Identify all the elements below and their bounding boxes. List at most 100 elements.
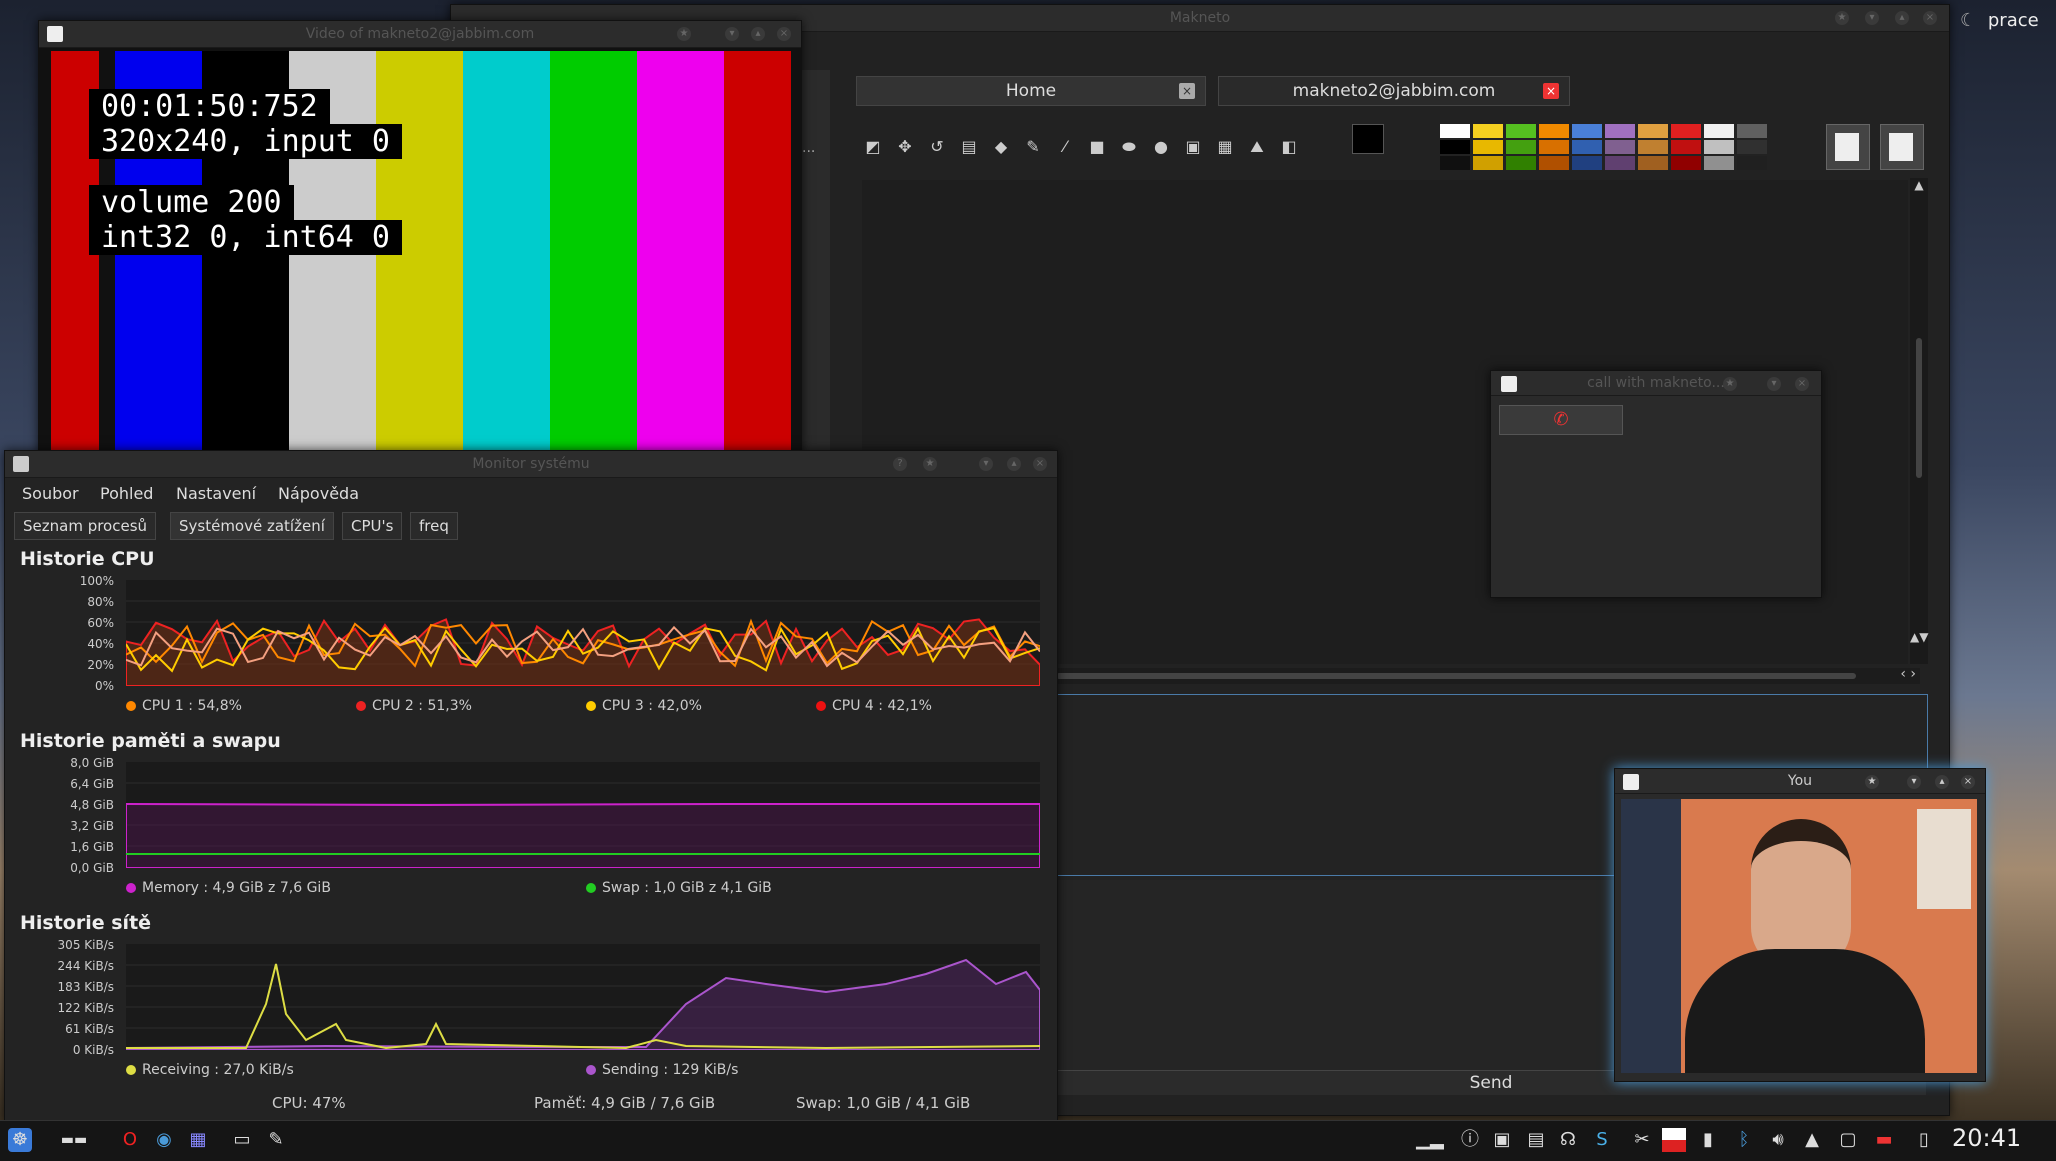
minimize-icon[interactable]: ▾ [1907, 775, 1921, 789]
close-icon[interactable]: × [1961, 775, 1975, 789]
rectangle-icon[interactable]: ■ [1086, 136, 1108, 158]
maximize-icon[interactable]: ▴ [1935, 775, 1949, 789]
menu-nastaveni[interactable]: Nastavení [176, 484, 256, 503]
you-titlebar[interactable]: You ★ ▾ ▴ × [1615, 769, 1985, 794]
volume-icon[interactable]: 🔊︎ [1766, 1128, 1790, 1152]
palette-swatch[interactable] [1572, 140, 1602, 154]
palette-swatch[interactable] [1605, 156, 1635, 170]
scrollbar-thumb[interactable] [1916, 338, 1922, 478]
whiteboard-horizontal-scrollbar[interactable]: ‹ › [1056, 666, 1920, 684]
palette-swatch[interactable] [1737, 156, 1767, 170]
hangup-button[interactable]: ✆ [1499, 405, 1623, 435]
tab-freq[interactable]: freq [410, 512, 458, 540]
clipboard-icon[interactable]: ▤ [1524, 1128, 1548, 1152]
palette-swatch[interactable] [1572, 124, 1602, 138]
palette-swatch[interactable] [1638, 124, 1668, 138]
next-page-button[interactable] [1880, 124, 1924, 170]
palette-swatch[interactable] [1704, 156, 1734, 170]
keep-above-icon[interactable]: ★ [1723, 377, 1737, 391]
maximize-icon[interactable]: ▴ [1895, 11, 1909, 25]
info-icon[interactable]: ⓘ [1458, 1128, 1482, 1152]
calculator-icon[interactable]: ▦ [186, 1128, 210, 1152]
bluetooth-icon[interactable]: ᛒ [1732, 1128, 1756, 1152]
palette-swatch[interactable] [1473, 156, 1503, 170]
scroll-up-icon[interactable]: ▲ [1910, 178, 1928, 192]
scroll-left-right-icon[interactable]: ‹ › [1900, 666, 1916, 682]
flag-icon[interactable]: ▬ [1872, 1128, 1896, 1152]
call-titlebar[interactable]: call with makneto... ★ ▾ × [1491, 371, 1821, 396]
eraser-icon[interactable]: ◆ [990, 136, 1012, 158]
pen-icon[interactable]: ✎ [1022, 136, 1044, 158]
palette-swatch[interactable] [1506, 156, 1536, 170]
palette-swatch[interactable] [1539, 156, 1569, 170]
tab-process-list[interactable]: Seznam procesů [14, 512, 157, 540]
palette-swatch[interactable] [1440, 156, 1470, 170]
color-fg-bg-selector[interactable] [1352, 124, 1396, 168]
palette-swatch[interactable] [1638, 156, 1668, 170]
palette-swatch[interactable] [1506, 140, 1536, 154]
whiteboard-vertical-scrollbar[interactable]: ▲ ▲▼ [1910, 178, 1928, 664]
palette-swatch[interactable] [1440, 124, 1470, 138]
terminal-icon[interactable]: ▭ [230, 1128, 254, 1152]
palette-swatch[interactable] [1605, 140, 1635, 154]
tab-home[interactable]: Home × [856, 76, 1206, 106]
network-icon[interactable]: ▁▂ [1410, 1128, 1450, 1152]
keep-above-icon[interactable]: ★ [923, 457, 937, 471]
pager-icon[interactable]: ▬▬ [44, 1128, 104, 1152]
palette-swatch[interactable] [1737, 124, 1767, 138]
clock[interactable]: 20:41 [1952, 1124, 2021, 1152]
maximize-icon[interactable]: ▴ [751, 27, 765, 41]
help-icon[interactable]: ? [893, 457, 907, 471]
circle-icon[interactable]: ● [1150, 136, 1172, 158]
palette-swatch[interactable] [1539, 140, 1569, 154]
opera-icon[interactable]: O [118, 1128, 142, 1152]
chromium-icon[interactable]: ◉ [152, 1128, 176, 1152]
palette-swatch[interactable] [1506, 124, 1536, 138]
foreground-color[interactable] [1352, 124, 1384, 154]
maximize-icon[interactable]: ▴ [1007, 457, 1021, 471]
close-tab-icon[interactable]: × [1179, 83, 1195, 99]
battery-icon[interactable]: ▮ [1696, 1128, 1720, 1152]
palette-swatch[interactable] [1605, 124, 1635, 138]
activity-indicator[interactable]: ☾ prace [1960, 6, 2050, 36]
keyboard-layout-icon[interactable] [1662, 1128, 1686, 1152]
tab-chat[interactable]: makneto2@jabbim.com × [1218, 76, 1570, 106]
keep-above-icon[interactable]: ★ [1835, 11, 1849, 25]
ellipse-icon[interactable]: ⬬ [1118, 136, 1140, 158]
palette-swatch[interactable] [1638, 140, 1668, 154]
palette-swatch[interactable] [1539, 124, 1569, 138]
move-icon[interactable]: ✥ [894, 136, 916, 158]
undo-icon[interactable]: ↺ [926, 136, 948, 158]
text-icon[interactable]: ▣ [1182, 136, 1204, 158]
scroll-down-icon[interactable]: ▲▼ [1910, 630, 1928, 644]
skype-icon[interactable]: S [1590, 1128, 1614, 1152]
export-icon[interactable]: ◧ [1278, 136, 1300, 158]
close-icon[interactable]: × [1795, 377, 1809, 391]
close-icon[interactable]: × [777, 27, 791, 41]
menu-napoveda[interactable]: Nápověda [278, 484, 359, 503]
video-titlebar[interactable]: Video of makneto2@jabbim.com ★ ▾ ▴ × [39, 21, 801, 48]
scrollbar-thumb[interactable] [1056, 673, 1856, 679]
palette-swatch[interactable] [1671, 124, 1701, 138]
new-page-button[interactable] [1826, 124, 1870, 170]
monitor-titlebar[interactable]: Monitor systému ? ★ ▾ ▴ × [5, 451, 1057, 478]
close-tab-icon[interactable]: × [1543, 83, 1559, 99]
tab-cpus[interactable]: CPU's [342, 512, 403, 540]
clipboard-manager-icon[interactable]: ▯ [1912, 1128, 1936, 1152]
fill-icon[interactable]: ▦ [1214, 136, 1236, 158]
kde-menu-icon[interactable]: ☸ [8, 1128, 32, 1152]
palette-swatch[interactable] [1572, 156, 1602, 170]
palette-swatch[interactable] [1704, 124, 1734, 138]
minimize-icon[interactable]: ▾ [1865, 11, 1879, 25]
minimize-icon[interactable]: ▾ [979, 457, 993, 471]
menu-pohled[interactable]: Pohled [100, 484, 153, 503]
keep-above-icon[interactable]: ★ [1865, 775, 1879, 789]
minimize-icon[interactable]: ▾ [725, 27, 739, 41]
palette-swatch[interactable] [1671, 140, 1701, 154]
close-icon[interactable]: × [1033, 457, 1047, 471]
lock-icon[interactable]: ▢ [1836, 1128, 1860, 1152]
menu-soubor[interactable]: Soubor [22, 484, 79, 503]
image-insert-icon[interactable]: ⛰ [1246, 136, 1268, 158]
scissors-icon[interactable]: ✂ [1630, 1128, 1654, 1152]
notes-icon[interactable]: ✎ [264, 1128, 288, 1152]
